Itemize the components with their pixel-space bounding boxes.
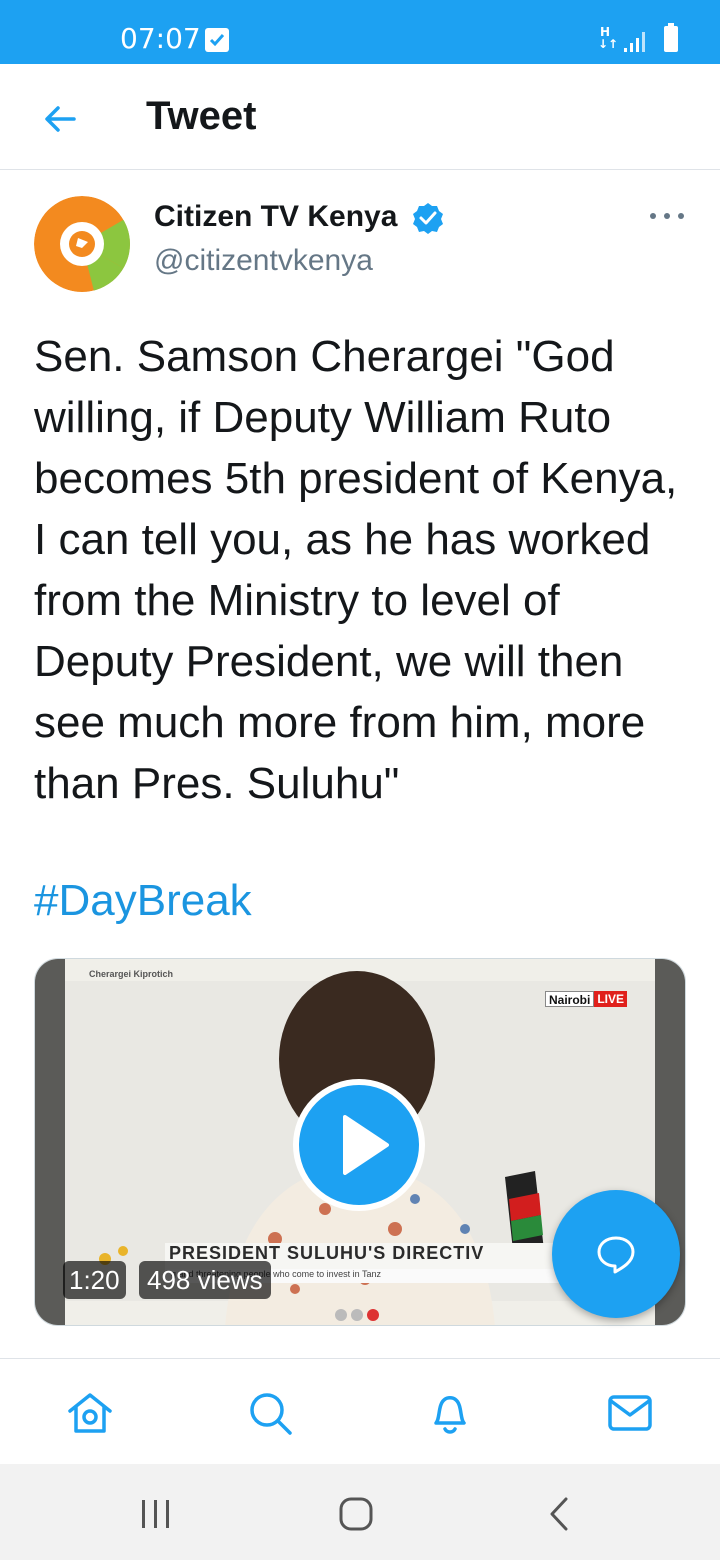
back-button[interactable]	[40, 99, 80, 139]
mail-icon	[608, 1395, 652, 1431]
video-duration: 1:20	[63, 1261, 126, 1299]
app-header: Tweet	[0, 64, 720, 170]
system-navigation-bar	[0, 1464, 720, 1560]
page-title: Tweet	[146, 94, 257, 138]
verified-badge-icon	[413, 203, 443, 234]
author-name[interactable]: Citizen TV Kenya	[154, 200, 397, 234]
nav-messages-button[interactable]	[606, 1389, 654, 1437]
home-icon	[68, 1393, 112, 1433]
hashtag-link[interactable]: #DayBreak	[34, 870, 252, 931]
compose-fab-button[interactable]	[552, 1190, 680, 1318]
nav-notifications-button[interactable]	[426, 1389, 474, 1437]
play-button[interactable]	[293, 1079, 425, 1211]
signal-icon	[624, 32, 645, 52]
chat-bubble-icon	[597, 1236, 635, 1274]
bottom-navigation	[0, 1359, 720, 1464]
author-handle[interactable]: @citizentvkenya	[154, 244, 373, 278]
recent-apps-button[interactable]	[136, 1494, 176, 1534]
arrow-left-icon	[45, 106, 76, 132]
status-time: 07:07	[120, 22, 201, 55]
nav-home-button[interactable]	[66, 1389, 114, 1437]
system-back-button[interactable]	[540, 1494, 580, 1534]
notification-check-icon	[205, 28, 229, 52]
video-views: 498 views	[139, 1261, 271, 1299]
more-options-button[interactable]	[650, 208, 686, 224]
play-icon	[343, 1115, 389, 1175]
battery-icon	[664, 23, 678, 52]
back-chevron-icon	[550, 1497, 568, 1531]
bell-icon	[434, 1396, 466, 1434]
search-icon	[250, 1393, 292, 1435]
nav-search-button[interactable]	[246, 1389, 294, 1437]
status-bar: 07:07 H ↓↑	[0, 0, 720, 64]
network-type-icon: H ↓↑	[598, 25, 619, 51]
tweet-text: Sen. Samson Cherargei "God willing, if D…	[34, 332, 678, 808]
video-caller-label: Cherargei Kiprotich	[89, 969, 174, 979]
home-circle-icon	[339, 1497, 373, 1531]
recent-apps-icon	[142, 1500, 169, 1528]
avatar[interactable]	[34, 196, 130, 292]
live-badge: Nairobi LIVE	[545, 991, 628, 1007]
system-home-button[interactable]	[336, 1494, 376, 1534]
